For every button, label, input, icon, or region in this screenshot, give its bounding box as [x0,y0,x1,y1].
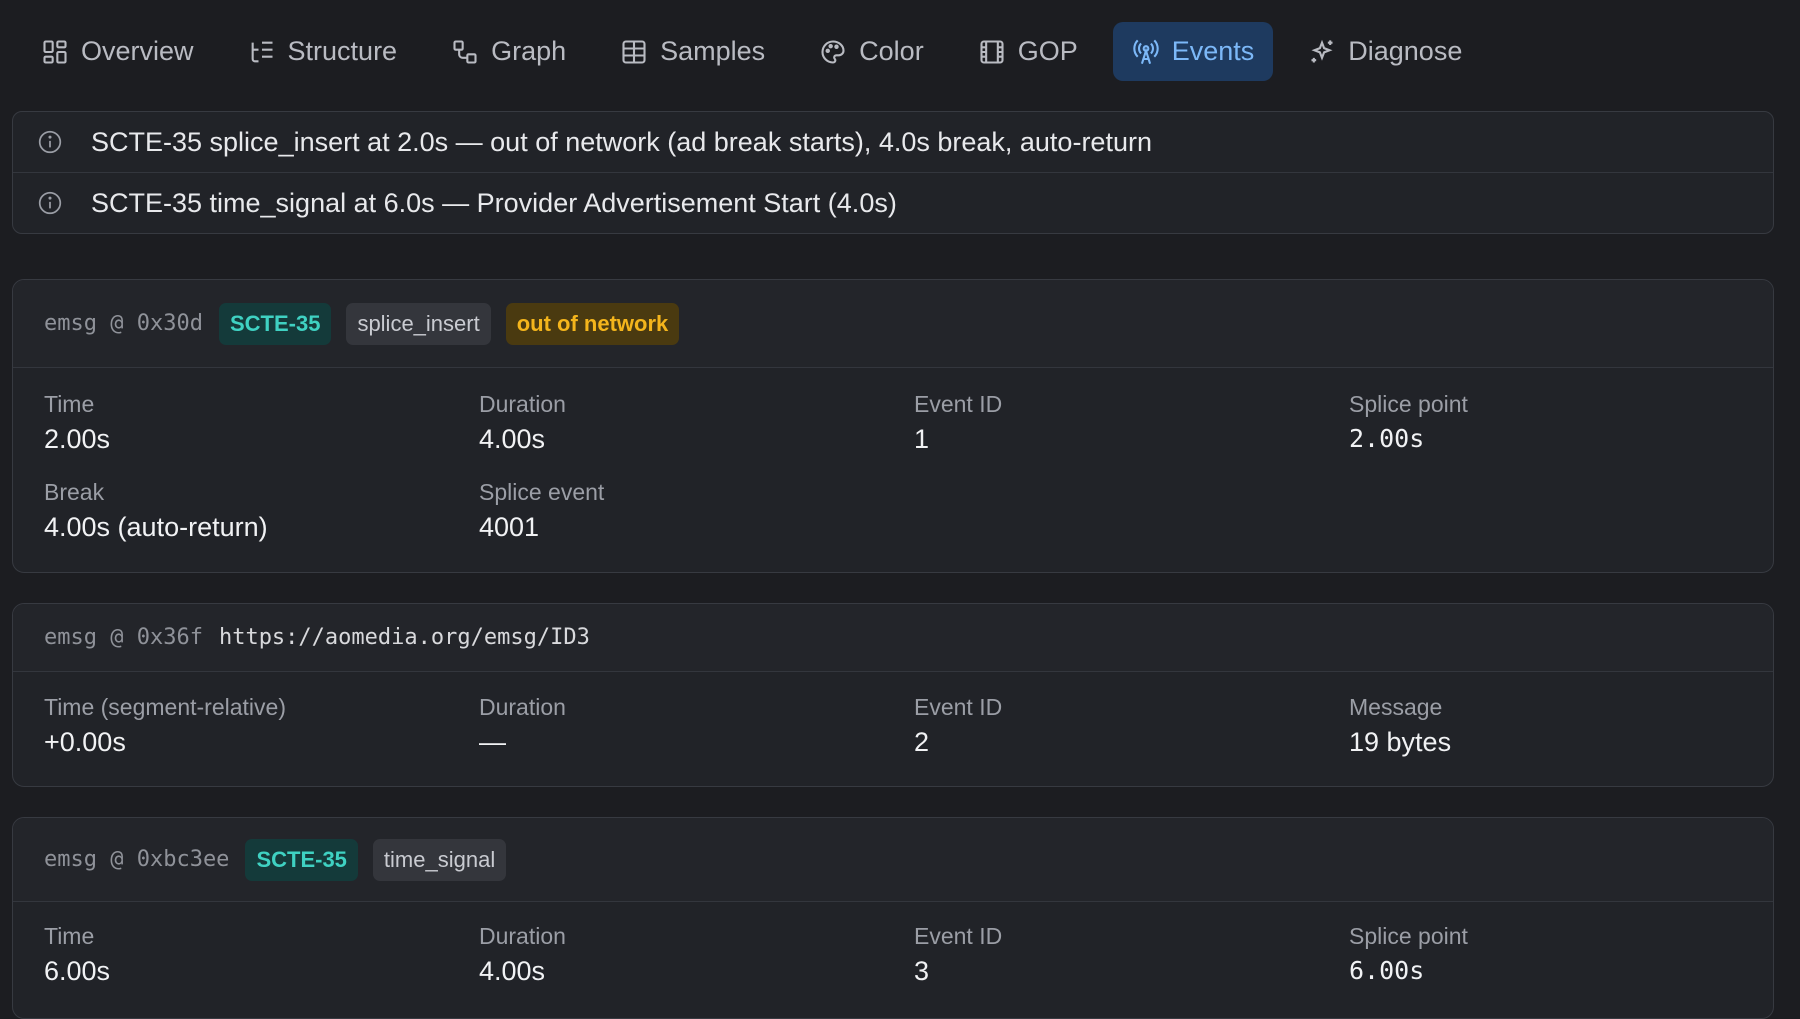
event-card: emsg @ 0x36f https://aomedia.org/emsg/ID… [12,603,1774,787]
field-value: 4.00s [479,424,546,454]
field-duration: Duration 4.00s [479,902,914,988]
field-label: Duration [479,923,566,949]
grid-icon [41,38,69,66]
field-label: Splice point [1349,923,1468,949]
tab-diagnose[interactable]: Diagnose [1289,22,1481,81]
field-splice-event: Splice event 4001 [479,456,914,544]
event-fields: Time 6.00s Duration 4.00s Event ID 3 Spl… [13,902,1773,988]
field-break: Break 4.00s (auto-return) [44,456,479,544]
field-label: Duration [479,391,566,417]
field-label: Event ID [914,391,1003,417]
tab-label: Color [859,36,924,66]
tab-label: Graph [491,36,567,66]
notice-panel: SCTE-35 splice_insert at 2.0s — out of n… [12,111,1774,234]
notice-item: SCTE-35 splice_insert at 2.0s — out of n… [13,112,1773,172]
command-badge: time_signal [372,838,507,881]
scheme-badge: SCTE-35 [245,838,358,881]
field-label: Time [44,391,95,417]
event-card-header: emsg @ 0xbc3ee SCTE-35 time_signal [13,818,1773,902]
field-value: 6.00s [1349,956,1425,985]
notice-text: SCTE-35 time_signal at 6.0s — Provider A… [91,187,897,218]
field-splice-point: Splice point 2.00s [1349,368,1769,456]
event-fields: Time 2.00s Duration 4.00s Event ID 1 Spl… [13,368,1773,544]
tab-label: GOP [1017,36,1078,66]
tab-samples[interactable]: Samples [601,22,784,81]
tab-overview[interactable]: Overview [22,22,213,81]
field-label: Message [1349,694,1443,720]
field-event-id: Event ID 3 [914,902,1349,988]
list-tree-icon [248,38,276,66]
tab-events[interactable]: Events [1112,22,1274,81]
notice-item: SCTE-35 time_signal at 6.0s — Provider A… [13,172,1773,233]
scheme-uri: https://aomedia.org/emsg/ID3 [218,625,590,650]
field-label: Time [44,923,95,949]
palette-icon [819,38,847,66]
field-event-id: Event ID 2 [914,672,1349,759]
tab-label: Samples [660,36,766,66]
tab-graph[interactable]: Graph [432,22,585,81]
field-value: — [479,727,506,757]
field-time: Time 2.00s [44,368,479,456]
event-card-header: emsg @ 0x36f https://aomedia.org/emsg/ID… [13,604,1773,672]
field-message: Message 19 bytes [1349,672,1769,759]
field-label: Event ID [914,923,1003,949]
broadcast-icon [1132,38,1160,66]
field-event-id: Event ID 1 [914,368,1349,456]
field-value: 1 [914,424,930,454]
film-icon [978,38,1006,66]
tab-label: Events [1171,36,1255,66]
info-icon [37,190,63,216]
event-address: emsg @ 0xbc3ee [44,847,230,872]
field-label: Splice event [479,479,605,505]
field-duration: Duration 4.00s [479,368,914,456]
event-card: emsg @ 0x30d SCTE-35 splice_insert out o… [12,279,1774,573]
event-fields: Time (segment-relative) +0.00s Duration … [13,672,1773,759]
field-value: 4.00s [479,956,546,986]
field-label: Splice point [1349,391,1468,417]
field-label: Break [44,479,105,505]
field-label: Duration [479,694,566,720]
tab-label: Overview [81,36,194,66]
field-value: 2 [914,727,930,757]
field-label: Time (segment-relative) [44,694,286,720]
event-card-header: emsg @ 0x30d SCTE-35 splice_insert out o… [13,280,1773,368]
event-address: emsg @ 0x36f [44,625,203,650]
tab-label: Diagnose [1348,36,1463,66]
info-icon [37,129,63,155]
field-value: 2.00s [1349,424,1425,453]
tab-bar: Overview Structure Graph Samples Color G… [22,22,1497,81]
scheme-badge: SCTE-35 [218,302,332,345]
field-label: Event ID [914,694,1003,720]
command-badge: splice_insert [346,302,491,345]
notice-text: SCTE-35 splice_insert at 2.0s — out of n… [91,126,1152,157]
field-value: 6.00s [44,956,111,986]
tab-structure[interactable]: Structure [229,22,417,81]
graph-icon [451,38,479,66]
table-icon [620,38,648,66]
field-value: 19 bytes [1349,727,1452,757]
field-value: 2.00s [44,424,111,454]
status-badge: out of network [505,302,680,345]
field-time: Time 6.00s [44,902,479,988]
tab-gop[interactable]: GOP [959,22,1097,81]
field-value: 4001 [479,512,540,542]
tab-color[interactable]: Color [800,22,943,81]
tab-label: Structure [287,36,398,66]
field-value: +0.00s [44,727,126,757]
field-value: 3 [914,956,930,986]
field-duration: Duration — [479,672,914,759]
field-splice-point: Splice point 6.00s [1349,902,1769,988]
field-time: Time (segment-relative) +0.00s [44,672,479,759]
event-card: emsg @ 0xbc3ee SCTE-35 time_signal Time … [12,817,1774,1019]
sparkles-icon [1308,38,1336,66]
event-address: emsg @ 0x30d [44,311,203,336]
field-value: 4.00s (auto-return) [44,512,268,542]
